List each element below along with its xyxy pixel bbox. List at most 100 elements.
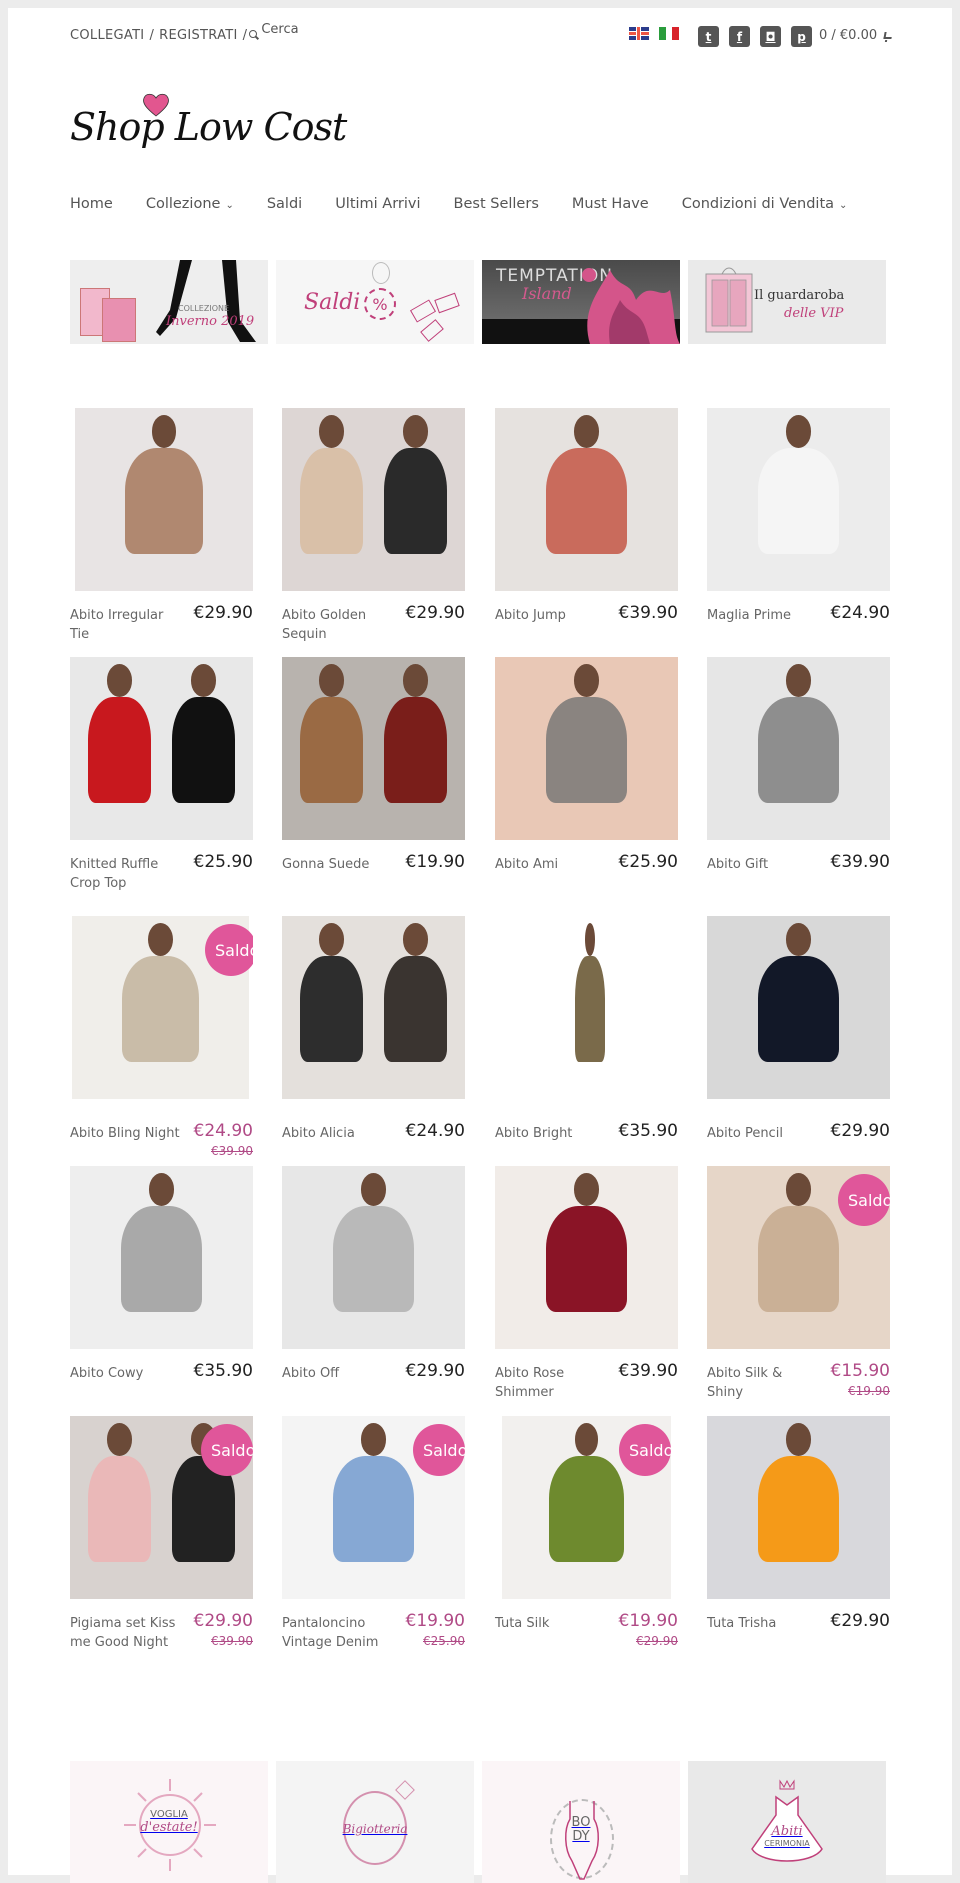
product-photo — [495, 657, 678, 840]
product-name[interactable]: Abito Off — [282, 1364, 392, 1383]
login-link[interactable]: COLLEGATI — [70, 28, 144, 43]
product-name[interactable]: Abito Silk & Shiny — [707, 1364, 817, 1402]
product-image[interactable] — [282, 1166, 465, 1349]
search-icon[interactable] — [249, 30, 259, 40]
product-image[interactable] — [70, 657, 253, 840]
hair-shape — [402, 415, 429, 449]
sale-badge: Saldo — [413, 1424, 465, 1476]
product-price: €19.90 — [405, 852, 465, 872]
category-label: Abiti CERIMONIA — [764, 1824, 810, 1848]
instagram-icon[interactable]: ◘ — [760, 26, 781, 47]
product-name[interactable]: Knitted Ruffle Crop Top — [70, 855, 180, 893]
product-image[interactable] — [282, 408, 465, 591]
cart-link[interactable]: 0 / €0.00 — [819, 28, 893, 43]
product-photo — [495, 1166, 678, 1349]
product-image[interactable] — [70, 1166, 253, 1349]
category-body[interactable]: BO DY — [482, 1761, 680, 1883]
garment-shape — [300, 697, 363, 804]
product-image[interactable]: Saldo — [70, 916, 253, 1099]
facebook-icon[interactable]: f — [729, 26, 750, 47]
product-image[interactable] — [707, 657, 890, 840]
product-image[interactable] — [707, 916, 890, 1099]
product-image[interactable] — [282, 916, 465, 1099]
original-price: €39.90 — [211, 1144, 253, 1158]
product-name[interactable]: Abito Bling Night — [70, 1124, 180, 1143]
banner-saldi[interactable]: Saldi % — [276, 260, 474, 344]
product-name[interactable]: Tuta Silk — [495, 1614, 605, 1633]
banner-guardaroba-vip[interactable]: Il guardaroba delle VIP — [688, 260, 886, 344]
product-image[interactable] — [707, 1416, 890, 1599]
hair-shape — [106, 664, 133, 698]
nav-best-sellers[interactable]: Best Sellers — [454, 196, 539, 212]
site-logo[interactable]: Shop Low Cost — [70, 93, 347, 163]
product-image[interactable] — [495, 916, 678, 1099]
banner-collezione-inverno[interactable]: COLLEZIONE Inverno 2019 — [70, 260, 268, 344]
hair-shape — [106, 1423, 133, 1457]
nav-saldi[interactable]: Saldi — [267, 196, 302, 212]
product-name[interactable]: Abito Rose Shimmer — [495, 1364, 605, 1402]
search-input[interactable] — [261, 22, 362, 37]
product-name[interactable]: Abito Gift — [707, 855, 817, 874]
product-image[interactable]: Saldo — [282, 1416, 465, 1599]
nav-ultimi-arrivi[interactable]: Ultimi Arrivi — [335, 196, 420, 212]
twitter-icon[interactable]: t — [698, 26, 719, 47]
separator: / — [149, 28, 155, 43]
product-image[interactable] — [282, 657, 465, 840]
product-image[interactable] — [495, 408, 678, 591]
product-name[interactable]: Abito Alicia — [282, 1124, 392, 1143]
category-voglia-destate[interactable]: VOGLIA d'estate! — [70, 1761, 268, 1883]
product-name[interactable]: Gonna Suede — [282, 855, 392, 874]
category-abiti-cerimonia[interactable]: Abiti CERIMONIA — [688, 1761, 886, 1883]
wardrobe-icon — [705, 267, 753, 333]
category-line2: DY — [572, 1829, 590, 1844]
product-price: €29.90 — [405, 603, 465, 623]
uk-flag-icon[interactable] — [629, 27, 649, 40]
product-name[interactable]: Abito Golden Sequin — [282, 606, 392, 644]
product-name[interactable]: Abito Jump — [495, 606, 605, 625]
hair-shape — [785, 415, 812, 449]
flame-silhouette-icon — [587, 270, 680, 344]
product-image[interactable] — [495, 657, 678, 840]
product-name[interactable]: Abito Pencil — [707, 1124, 817, 1143]
product-name[interactable]: Abito Irregular Tie — [70, 606, 180, 644]
category-tiles: VOGLIA d'estate! Bigiotteria BO DY Abiti… — [70, 1761, 886, 1883]
product-name[interactable]: Pigiama set Kiss me Good Night — [70, 1614, 180, 1652]
nav-must-have[interactable]: Must Have — [572, 196, 649, 212]
hair-shape — [573, 1173, 600, 1207]
banner-line2: delle VIP — [784, 306, 844, 321]
product-image[interactable]: Saldo — [70, 1416, 253, 1599]
nav-condizioni-vendita[interactable]: Condizioni di Vendita ⌄ — [682, 196, 848, 212]
main-nav: Home Collezione ⌄ Saldi Ultimi Arrivi Bes… — [70, 196, 880, 212]
banner-temptation-island[interactable]: TEMPTATION Island — [482, 260, 680, 344]
product-name[interactable]: Tuta Trisha — [707, 1614, 817, 1633]
italy-flag-icon[interactable] — [659, 27, 680, 40]
hair-shape — [318, 923, 345, 957]
nav-home[interactable]: Home — [70, 196, 113, 212]
hair-shape — [360, 1423, 387, 1457]
product-name[interactable]: Abito Bright — [495, 1124, 605, 1143]
product-price: €29.90 — [193, 603, 253, 623]
product-image[interactable]: Saldo — [707, 1166, 890, 1349]
percent-tag-icon: % — [364, 288, 396, 320]
nav-collezione[interactable]: Collezione ⌄ — [146, 196, 234, 212]
garment-shape — [574, 956, 606, 1063]
product-name[interactable]: Maglia Prime — [707, 606, 817, 625]
pinterest-icon[interactable]: p — [791, 26, 812, 47]
category-line2: CERIMONIA — [764, 1839, 810, 1848]
garment-shape — [333, 1206, 414, 1313]
product-name[interactable]: Pantaloncino Vintage Denim — [282, 1614, 392, 1652]
nav-label: Ultimi Arrivi — [335, 196, 421, 212]
product-image[interactable]: Saldo — [495, 1416, 678, 1599]
product-name[interactable]: Abito Cowy — [70, 1364, 180, 1383]
register-link[interactable]: REGISTRATI — [159, 28, 238, 43]
product-price: €24.90 — [193, 1121, 253, 1141]
product-image[interactable] — [70, 408, 253, 591]
product-image[interactable] — [495, 1166, 678, 1349]
product-image[interactable] — [707, 408, 890, 591]
garment-shape — [300, 448, 363, 555]
category-bigiotteria[interactable]: Bigiotteria — [276, 1761, 474, 1883]
nav-label: Collezione — [145, 196, 221, 212]
garment-shape — [88, 1456, 151, 1563]
product-name[interactable]: Abito Ami — [495, 855, 605, 874]
hair-shape — [318, 415, 345, 449]
